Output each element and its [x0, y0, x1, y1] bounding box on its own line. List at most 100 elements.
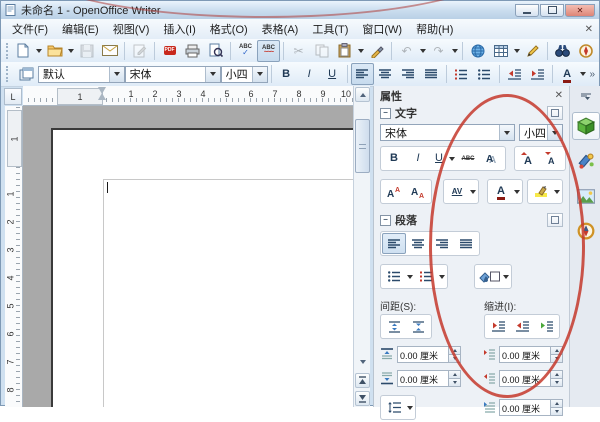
spin-up-button[interactable] [449, 347, 460, 354]
table-button[interactable] [489, 40, 512, 62]
font-size-dropdown[interactable] [251, 66, 267, 82]
format-paintbrush-button[interactable] [365, 40, 388, 62]
highlighting-button[interactable] [529, 181, 553, 202]
align-left-button[interactable] [350, 63, 374, 85]
spin-down-button[interactable] [449, 354, 460, 362]
open-dropdown[interactable] [66, 41, 75, 61]
open-button[interactable] [43, 40, 66, 62]
shadow-button[interactable]: AA [480, 148, 504, 169]
sidebar-increase-indent-button[interactable] [486, 316, 510, 337]
sidebar-bullets-button[interactable] [382, 266, 406, 287]
edit-file-button[interactable] [128, 40, 151, 62]
increase-indent-button[interactable] [526, 63, 549, 85]
increase-spacing-button[interactable] [382, 316, 406, 337]
export-pdf-button[interactable]: PDF [158, 40, 181, 62]
spacing-above-field[interactable]: 0.00 厘米 [397, 346, 461, 363]
decrease-indent-button[interactable] [503, 63, 526, 85]
font-size-combo[interactable]: 小四 [220, 65, 268, 83]
align-right-button[interactable] [397, 63, 420, 85]
menu-insert[interactable]: 插入(I) [156, 19, 202, 39]
indent-after-field[interactable]: 0.00 厘米 [499, 370, 563, 387]
collapse-icon[interactable]: − [380, 107, 391, 119]
menu-window[interactable]: 窗口(W) [355, 19, 409, 39]
sidebar-numbering-button[interactable] [414, 266, 438, 287]
increase-font-size-button[interactable]: A [516, 148, 540, 169]
sidebar-underline-button[interactable]: U [430, 148, 448, 169]
font-name-combo[interactable]: 宋体 [124, 65, 221, 83]
sidebar-align-left-button[interactable] [382, 233, 406, 254]
sidebar-align-center-button[interactable] [406, 233, 430, 254]
spin-up-button[interactable] [551, 371, 562, 378]
menu-file[interactable]: 文件(F) [5, 19, 55, 39]
sidebar-font-name-dropdown[interactable] [499, 125, 514, 140]
collapse-icon[interactable]: − [380, 214, 391, 226]
font-color-button[interactable]: A [556, 63, 579, 85]
minimize-button[interactable] [515, 3, 539, 17]
paragraph-style-dropdown[interactable] [108, 66, 124, 82]
indent-marker[interactable] [97, 87, 106, 104]
find-replace-button[interactable] [551, 40, 574, 62]
sidebar-align-right-button[interactable] [430, 233, 454, 254]
sidebar-menu-button[interactable] [572, 89, 600, 105]
sidebar-close-button[interactable]: ✕ [555, 90, 563, 101]
font-color-dropdown[interactable] [579, 64, 588, 84]
sidebar-decrease-indent-button[interactable] [510, 316, 534, 337]
bullets-button[interactable] [473, 63, 496, 85]
subscript-button[interactable]: AA [406, 181, 430, 202]
next-page-button[interactable] [355, 391, 370, 406]
sidebar-align-justify-button[interactable] [454, 233, 478, 254]
align-center-button[interactable] [374, 63, 397, 85]
maximize-button[interactable] [540, 3, 564, 17]
character-spacing-dropdown[interactable] [469, 182, 477, 201]
menu-format[interactable]: 格式(O) [203, 19, 255, 39]
navigator-button[interactable] [574, 40, 597, 62]
spin-down-button[interactable] [551, 378, 562, 386]
sidebar-font-size-combo[interactable]: 小四 [519, 124, 563, 141]
spellcheck-button[interactable]: ABC ✓ [234, 40, 257, 62]
vertical-scrollbar[interactable] [353, 86, 370, 407]
scrollbar-thumb[interactable] [355, 119, 370, 173]
tab-gallery[interactable] [572, 182, 600, 210]
auto-spellcheck-button[interactable]: ABC ~~~ [257, 39, 280, 62]
cut-button[interactable]: ✂ [287, 40, 310, 62]
paragraph-more-options-button[interactable] [547, 213, 563, 227]
close-button[interactable]: ✕ [565, 3, 595, 17]
new-document-button[interactable] [11, 40, 34, 62]
menu-tools[interactable]: 工具(T) [305, 19, 355, 39]
document-close-button[interactable]: ✕ [585, 24, 593, 35]
italic-button[interactable]: I [298, 63, 321, 85]
sidebar-font-color-button[interactable]: A [489, 181, 513, 202]
scroll-up-button[interactable] [355, 87, 370, 102]
print-button[interactable] [181, 40, 204, 62]
numbering-button[interactable] [450, 63, 473, 85]
tab-stop-selector-button[interactable]: L [4, 88, 22, 105]
tab-styles[interactable] [572, 147, 600, 175]
toolbar-grip[interactable] [6, 42, 8, 59]
save-button[interactable] [75, 40, 98, 62]
scroll-down-button[interactable] [355, 354, 370, 369]
menu-table[interactable]: 表格(A) [255, 19, 306, 39]
undo-dropdown[interactable] [418, 41, 427, 61]
sidebar-font-name-combo[interactable]: 宋体 [380, 124, 515, 141]
align-justify-button[interactable] [420, 63, 443, 85]
redo-dropdown[interactable] [450, 41, 459, 61]
sidebar-font-color-dropdown[interactable] [513, 182, 521, 201]
font-name-dropdown[interactable] [204, 66, 220, 82]
undo-button[interactable]: ↶ [395, 40, 418, 62]
document-page[interactable] [51, 128, 353, 407]
text-section-header[interactable]: − 文字 [374, 105, 569, 121]
hyperlink-button[interactable] [466, 40, 489, 62]
page-preview-button[interactable] [204, 40, 227, 62]
previous-page-button[interactable] [355, 373, 370, 388]
spin-up-button[interactable] [551, 347, 562, 354]
paragraph-background-dropdown[interactable] [502, 267, 510, 286]
sidebar-italic-button[interactable]: I [406, 148, 430, 169]
decrease-spacing-button[interactable] [406, 316, 430, 337]
tab-navigator[interactable] [572, 217, 600, 245]
show-draw-functions-button[interactable] [521, 40, 544, 62]
paragraph-section-header[interactable]: − 段落 [374, 212, 569, 228]
toolbar-grip[interactable] [6, 66, 12, 82]
spin-down-button[interactable] [551, 407, 562, 415]
title-bar[interactable]: 未命名 1 - OpenOffice Writer ✕ [1, 1, 599, 19]
superscript-button[interactable]: AA [382, 181, 406, 202]
